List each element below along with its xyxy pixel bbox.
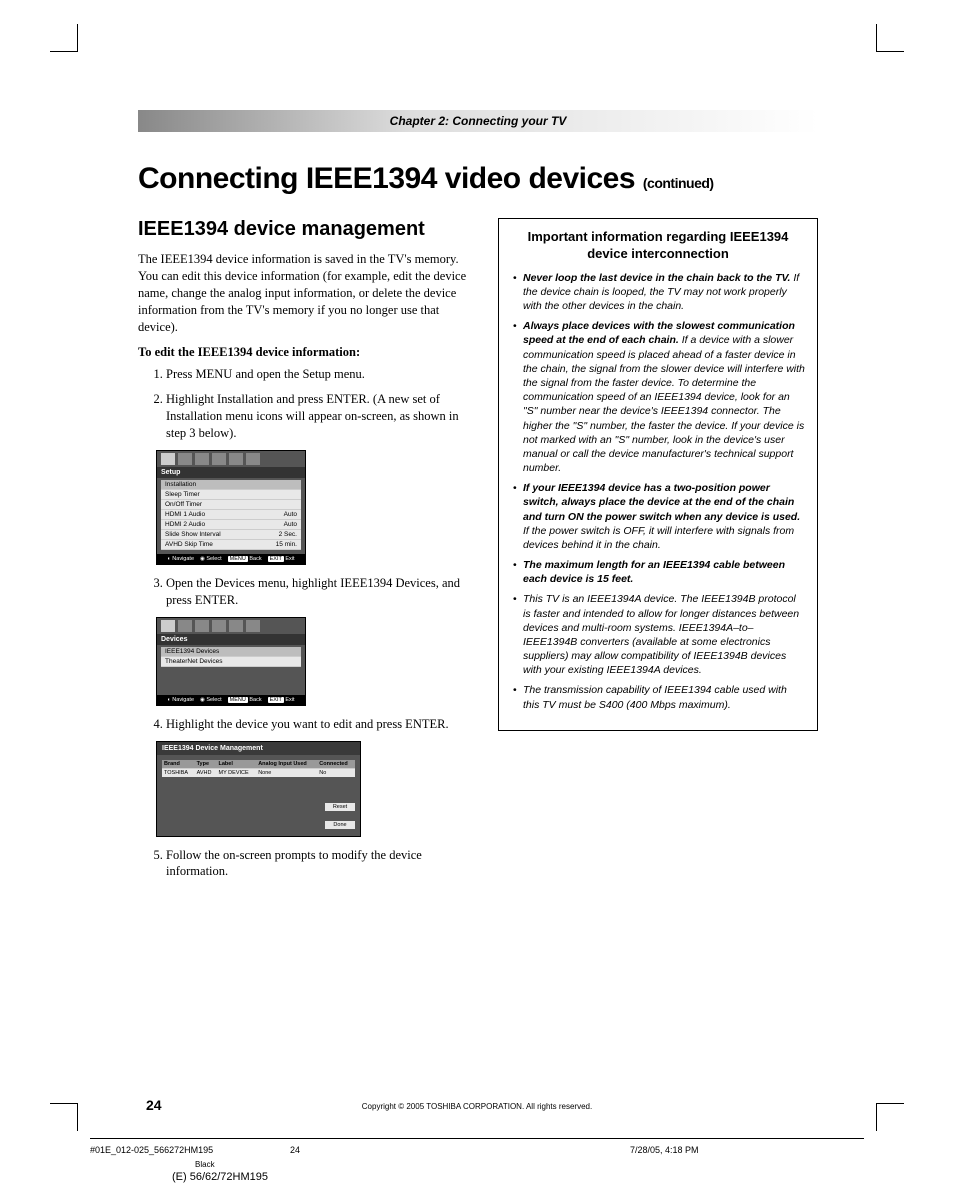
section-heading: IEEE1394 device management [138, 218, 468, 241]
info-item: If your IEEE1394 device has a two-positi… [511, 481, 805, 552]
page-title: Connecting IEEE1394 video devices (conti… [138, 162, 818, 196]
menu-row: TheaterNet Devices [161, 657, 301, 667]
edit-lead: To edit the IEEE1394 device information: [138, 345, 468, 360]
col-label: Label [217, 760, 257, 769]
footer-model: (E) 56/62/72HM195 [172, 1171, 268, 1183]
title-main: Connecting IEEE1394 video devices [138, 162, 635, 195]
devices-menu-figure: Devices IEEE1394 Devices TheaterNet Devi… [156, 617, 306, 706]
step-4: Highlight the device you want to edit an… [166, 716, 468, 733]
info-item: The maximum length for an IEEE1394 cable… [511, 558, 805, 586]
tab-icon [229, 453, 243, 465]
menu-tabs [157, 451, 305, 467]
menu-row: HDMI 2 AudioAuto [161, 520, 301, 530]
col-brand: Brand [162, 760, 195, 769]
tab-icon [195, 453, 209, 465]
intro-paragraph: The IEEE1394 device information is saved… [138, 251, 468, 335]
info-item: Always place devices with the slowest co… [511, 319, 805, 475]
footer-filename: #01E_012-025_566272HM195 [90, 1145, 290, 1155]
setup-menu-figure: Setup Installation Sleep Timer On/Off Ti… [156, 450, 306, 565]
tab-icon [178, 453, 192, 465]
title-continued: (continued) [643, 175, 714, 191]
copyright: Copyright © 2005 TOSHIBA CORPORATION. Al… [0, 1102, 954, 1111]
menu-footer: ◐ Navigate ◉ Select MENU Back EXIT Exit [157, 554, 305, 564]
tab-icon [246, 620, 260, 632]
done-button: Done [325, 821, 355, 829]
tab-icon [161, 620, 175, 632]
menu-row-installation: Installation [161, 480, 301, 490]
device-mgmt-figure: IEEE1394 Device Management Brand Type La… [156, 741, 361, 837]
menu-row: HDMI 1 AudioAuto [161, 510, 301, 520]
footer-divider [90, 1138, 864, 1139]
footer-datetime: 7/28/05, 4:18 PM [630, 1145, 864, 1155]
info-box: Important information regarding IEEE1394… [498, 218, 818, 731]
reset-button: Reset [325, 803, 355, 811]
footer-black: Black [195, 1160, 215, 1169]
step-5: Follow the on-screen prompts to modify t… [166, 847, 468, 881]
device-table: Brand Type Label Analog Input Used Conne… [162, 760, 355, 777]
step-2: Highlight Installation and press ENTER. … [166, 391, 468, 442]
tab-icon [195, 620, 209, 632]
tab-icon [178, 620, 192, 632]
info-item: This TV is an IEEE1394A device. The IEEE… [511, 592, 805, 677]
menu-tabs [157, 618, 305, 634]
tab-icon [212, 453, 226, 465]
menu-row: Sleep Timer [161, 490, 301, 500]
info-item: Never loop the last device in the chain … [511, 271, 805, 314]
col-type: Type [195, 760, 217, 769]
tab-icon [161, 453, 175, 465]
col-connected: Connected [317, 760, 355, 769]
step-1: Press MENU and open the Setup menu. [166, 366, 468, 383]
table-title: IEEE1394 Device Management [157, 742, 360, 755]
menu-header: Devices [157, 634, 305, 645]
tab-icon [229, 620, 243, 632]
tab-icon [246, 453, 260, 465]
menu-row: AVHD Skip Time15 min. [161, 540, 301, 550]
crop-mark [876, 24, 904, 52]
info-box-title: Important information regarding IEEE1394… [511, 229, 805, 263]
step-3: Open the Devices menu, highlight IEEE139… [166, 575, 468, 609]
table-row: TOSHIBA AVHD MY DEVICE None No [162, 768, 355, 777]
menu-row: Slide Show Interval2 Sec. [161, 530, 301, 540]
menu-row-ieee1394: IEEE1394 Devices [161, 647, 301, 657]
col-analog: Analog Input Used [256, 760, 317, 769]
tab-icon [212, 620, 226, 632]
info-item: The transmission capability of IEEE1394 … [511, 683, 805, 711]
footer-pagenum: 24 [290, 1145, 630, 1155]
menu-footer: ◐ Navigate ◉ Select MENU Back EXIT Exit [157, 695, 305, 705]
crop-mark [50, 24, 78, 52]
menu-row: On/Off Timer [161, 500, 301, 510]
chapter-bar: Chapter 2: Connecting your TV [138, 110, 818, 132]
menu-header: Setup [157, 467, 305, 478]
